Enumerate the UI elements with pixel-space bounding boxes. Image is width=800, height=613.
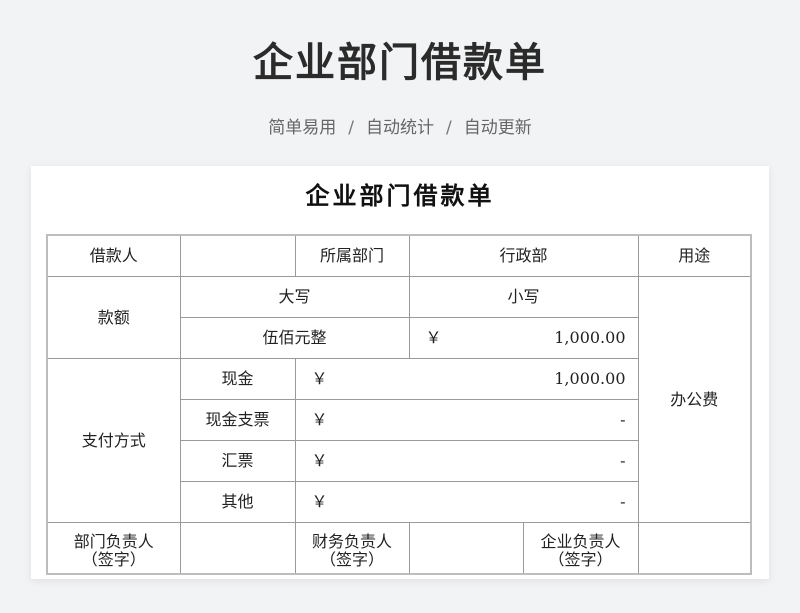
payment-method-label: 支付方式 bbox=[46, 358, 181, 523]
signature-note: （签字） bbox=[548, 550, 613, 569]
company-head-signature-field[interactable] bbox=[637, 522, 752, 575]
department-label: 所属部门 bbox=[294, 234, 410, 277]
dept-head-label: 部门负责人 bbox=[73, 532, 154, 551]
payment-draft-amount-field[interactable]: ￥ - bbox=[294, 440, 639, 482]
loan-form-sheet: 企业部门借款单 借款人 所属部门 行政部 用途 款额 大写 小写 办公费 伍佰元… bbox=[31, 166, 769, 579]
uppercase-label: 大写 bbox=[179, 276, 410, 318]
lowercase-amount-field[interactable]: ￥ 1,000.00 bbox=[408, 317, 639, 359]
payment-method-check-label: 现金支票 bbox=[179, 399, 296, 441]
payment-other-amount: - bbox=[620, 492, 626, 511]
currency-symbol: ￥ bbox=[425, 328, 442, 347]
department-field[interactable]: 行政部 bbox=[408, 234, 639, 277]
finance-head-signature-label: 财务负责人 （签字） bbox=[294, 522, 410, 575]
tag-easy: 简单易用 bbox=[268, 118, 337, 138]
purpose-field[interactable]: 办公费 bbox=[637, 276, 752, 523]
feature-tags: 简单易用 / 自动统计 / 自动更新 bbox=[0, 113, 800, 138]
tag-auto-stats: 自动统计 bbox=[366, 118, 434, 138]
payment-method-other-label: 其他 bbox=[179, 481, 296, 523]
borrower-label: 借款人 bbox=[46, 234, 181, 277]
amount-label: 款额 bbox=[46, 276, 181, 359]
tag-auto-update: 自动更新 bbox=[463, 118, 532, 138]
purpose-label: 用途 bbox=[637, 234, 752, 277]
borrower-field[interactable] bbox=[179, 234, 296, 277]
signature-note: （签字） bbox=[319, 550, 384, 569]
uppercase-amount-field[interactable]: 伍佰元整 bbox=[179, 317, 410, 359]
lowercase-amount-value: 1,000.00 bbox=[554, 328, 626, 347]
payment-cash-amount: 1,000.00 bbox=[554, 369, 626, 388]
payment-check-amount-field[interactable]: ￥ - bbox=[294, 399, 639, 441]
form-title: 企业部门借款单 bbox=[305, 181, 495, 210]
payment-check-amount: - bbox=[620, 410, 626, 429]
dept-head-signature-field[interactable] bbox=[179, 522, 296, 575]
tag-separator: / bbox=[348, 118, 354, 138]
page-title: 企业部门借款单 bbox=[253, 40, 547, 86]
dept-head-signature-label: 部门负责人 （签字） bbox=[46, 522, 181, 575]
currency-symbol: ￥ bbox=[311, 369, 328, 388]
payment-method-draft-label: 汇票 bbox=[179, 440, 296, 482]
currency-symbol: ￥ bbox=[311, 410, 328, 429]
loan-form-table: 借款人 所属部门 行政部 用途 款额 大写 小写 办公费 伍佰元整 ￥ 1,00… bbox=[46, 234, 752, 575]
payment-cash-amount-field[interactable]: ￥ 1,000.00 bbox=[294, 358, 639, 400]
tag-separator: / bbox=[446, 118, 452, 138]
finance-head-signature-field[interactable] bbox=[408, 522, 524, 575]
company-head-label: 企业负责人 bbox=[540, 532, 621, 551]
company-head-signature-label: 企业负责人 （签字） bbox=[522, 522, 639, 575]
finance-head-label: 财务负责人 bbox=[311, 532, 392, 551]
currency-symbol: ￥ bbox=[311, 492, 328, 511]
currency-symbol: ￥ bbox=[311, 451, 328, 470]
payment-other-amount-field[interactable]: ￥ - bbox=[294, 481, 639, 523]
payment-draft-amount: - bbox=[620, 451, 626, 470]
payment-method-cash-label: 现金 bbox=[179, 358, 296, 400]
lowercase-label: 小写 bbox=[408, 276, 639, 318]
signature-note: （签字） bbox=[81, 550, 146, 569]
